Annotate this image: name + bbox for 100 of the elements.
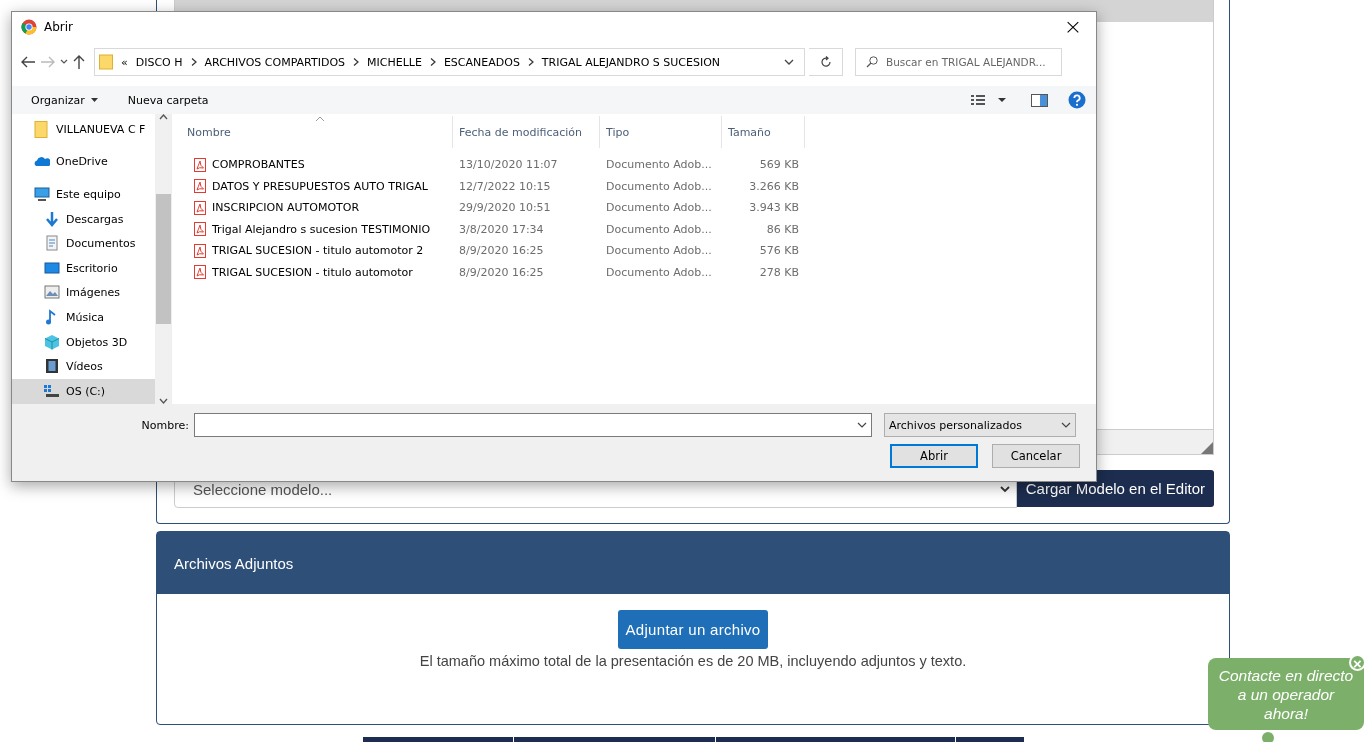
nav-item[interactable]: OS (C:): [12, 378, 155, 404]
scroll-down-icon[interactable]: [158, 398, 168, 404]
file-type: Documento Adob...: [605, 201, 713, 215]
file-name[interactable]: DATOS Y PRESUPUESTOS AUTO TRIGAL: [212, 179, 428, 193]
bubble-tail: [1262, 732, 1274, 742]
attach-file-button[interactable]: Adjuntar un archivo: [617, 610, 769, 649]
chevron-down-icon: [857, 422, 867, 428]
file-size: 3.943 KB: [748, 201, 799, 215]
up-arrow-icon[interactable]: [72, 54, 86, 70]
breadcrumb-item[interactable]: DISCO H: [135, 55, 183, 69]
menu-button[interactable]: Organizar: [31, 93, 98, 107]
column-header[interactable]: Tamaño: [722, 116, 805, 148]
file-type: Documento Adob...: [605, 179, 713, 193]
folder-icon: [34, 120, 50, 138]
breadcrumb-item[interactable]: MICHELLE: [367, 55, 422, 69]
chevron-right-icon: [527, 58, 534, 66]
chevron-right-icon: [429, 58, 436, 66]
chevron-down-icon: [1061, 422, 1071, 428]
desktop-icon: [44, 259, 60, 277]
scroll-up-icon[interactable]: [158, 114, 168, 120]
file-date: 3/8/2020 17:34: [458, 222, 545, 236]
file-size: 278 KB: [758, 265, 799, 279]
search-icon: [866, 56, 878, 68]
sort-caret-icon: [315, 116, 325, 122]
search-placeholder: Buscar en TRIGAL ALEJANDR...: [886, 56, 1046, 68]
file-size: 3.266 KB: [748, 179, 799, 193]
file-name[interactable]: TRIGAL SUCESION - titulo automotor: [212, 265, 413, 279]
file-date: 29/9/2020 10:51: [458, 201, 552, 215]
breadcrumb-item[interactable]: ESCANEADOS: [443, 55, 520, 69]
chevron-down-icon[interactable]: [784, 59, 794, 65]
chevron-down-icon: [999, 485, 1010, 493]
image-icon: [44, 284, 60, 302]
file-type-select[interactable]: Archivos personalizados: [884, 413, 1076, 437]
chevron-right-icon: [353, 58, 360, 66]
file-name[interactable]: COMPROBANTES: [212, 158, 305, 172]
size-limit-note: El tamaño máximo total de la presentación es de 20 MB, incluyendo adjuntos y texto.: [419, 653, 967, 669]
folder-icon: [99, 54, 113, 70]
cancel-button[interactable]: Cancelar: [992, 444, 1080, 468]
refresh-icon: [819, 56, 832, 68]
nav-item[interactable]: Este equipo: [12, 182, 155, 207]
toolbar-button[interactable]: Nueva carpeta: [127, 93, 209, 107]
file-size: 86 KB: [765, 222, 799, 236]
close-button[interactable]: ×: [1050, 12, 1096, 41]
pdf-file-icon: [194, 179, 206, 194]
nav-item[interactable]: Descargas: [12, 206, 155, 232]
file-name[interactable]: INSCRIPCION AUTOMOTOR: [212, 201, 360, 215]
column-header[interactable]: Fecha de modificación: [453, 116, 600, 148]
file-date: 8/9/2020 16:25: [458, 244, 545, 258]
file-type: Documento Adob...: [605, 265, 713, 279]
resize-grip-icon: [1201, 442, 1213, 454]
window-title: Abrir: [44, 19, 74, 34]
file-name[interactable]: Trigal Alejandro s sucesion TESTIMONIO: [212, 222, 431, 236]
nav-item[interactable]: Música: [12, 305, 155, 330]
pdf-file-icon: [194, 222, 206, 237]
nav-item[interactable]: Objetos 3D: [12, 329, 155, 355]
panel-title: Archivos Adjuntos: [157, 532, 1229, 594]
caret-icon: [90, 98, 98, 102]
cube-icon: [44, 333, 60, 351]
file-date: 12/7/2022 10:15: [458, 179, 552, 193]
open-button[interactable]: Abrir: [890, 444, 978, 468]
scrollbar-thumb[interactable]: [155, 194, 171, 324]
file-size: 576 KB: [758, 244, 799, 258]
file-type: Documento Adob...: [605, 222, 713, 236]
file-name[interactable]: TRIGAL SUCESION - titulo automotor 2: [212, 244, 424, 258]
nav-item[interactable]: OneDrive: [12, 149, 155, 175]
drive-icon: [44, 382, 60, 400]
back-arrow-icon[interactable]: [20, 55, 36, 69]
file-type: Documento Adob...: [605, 244, 713, 258]
help-icon[interactable]: [1068, 91, 1086, 109]
breadcrumb-item[interactable]: ARCHIVOS COMPARTIDOS: [204, 55, 346, 69]
document-icon: [44, 235, 60, 253]
breadcrumb-item[interactable]: TRIGAL ALEJANDRO S SUCESION: [541, 55, 721, 69]
pdf-file-icon: [194, 243, 206, 258]
pdf-file-icon: [194, 200, 206, 215]
file-date: 8/9/2020 16:25: [458, 265, 545, 279]
file-type: Documento Adob...: [605, 158, 713, 172]
preview-pane-icon[interactable]: [1031, 93, 1048, 107]
column-header[interactable]: Tipo: [600, 116, 722, 148]
film-icon: [44, 358, 60, 376]
chevron-down-icon[interactable]: [60, 59, 68, 65]
nav-item[interactable]: Escritorio: [12, 255, 155, 281]
filename-field[interactable]: [194, 413, 872, 437]
computer-icon: [34, 186, 50, 203]
chevron-right-icon: [190, 58, 197, 66]
pdf-file-icon: [194, 265, 206, 280]
pdf-file-icon: [194, 157, 206, 172]
file-size: 569 KB: [758, 158, 799, 172]
search-field[interactable]: Buscar en TRIGAL ALEJANDR...: [855, 48, 1062, 76]
browser-logo-icon: [21, 18, 37, 35]
nav-item[interactable]: Documentos: [12, 231, 155, 256]
column-header[interactable]: Nombre: [172, 116, 453, 148]
path-overflow[interactable]: «: [121, 55, 128, 69]
select-placeholder: Seleccione modelo...: [193, 480, 333, 498]
address-bar[interactable]: « DISCO H ARCHIVOS COMPARTIDOS MICHELLE ESCANEADOS TRIGAL ALEJANDRO S SUCESION: [94, 48, 805, 76]
nav-item[interactable]: Imágenes: [12, 280, 155, 306]
field-label: Nombre:: [140, 418, 190, 432]
nav-item[interactable]: Vídeos: [12, 354, 155, 379]
nav-item[interactable]: VILLANUEVA C F: [12, 117, 155, 142]
file-date: 13/10/2020 11:07: [458, 158, 559, 172]
refresh-button[interactable]: [809, 48, 843, 76]
